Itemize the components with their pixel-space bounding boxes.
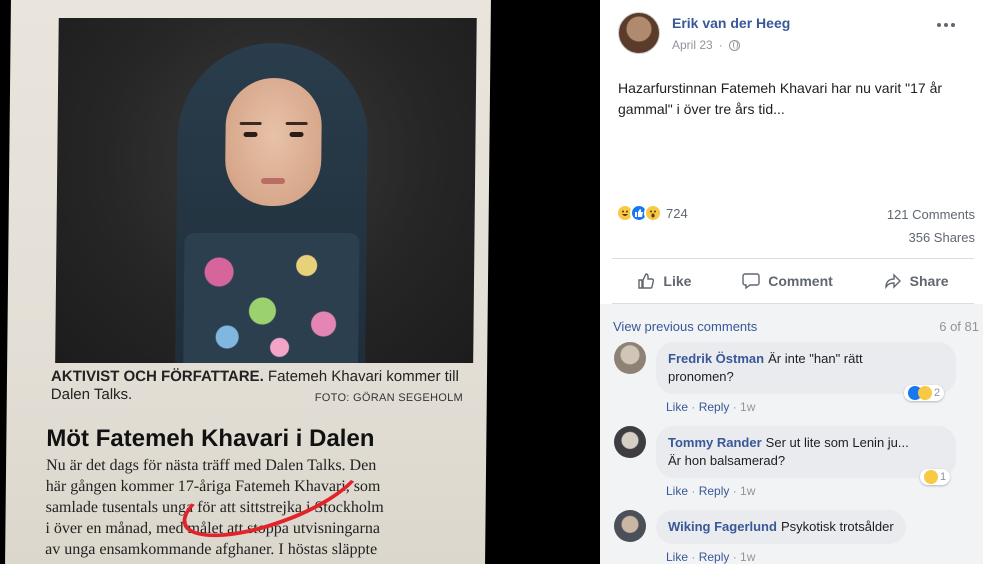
comment-time[interactable]: 1w bbox=[740, 400, 755, 414]
comment-bubble: Wiking Fagerlund Psykotisk trotsålder bbox=[656, 510, 906, 544]
lips bbox=[261, 178, 286, 184]
post-text: Hazarfurstinnan Fatemeh Khavari har nu v… bbox=[618, 80, 943, 117]
like-icon bbox=[638, 273, 655, 289]
post-header: Erik van der Heeg April 23 · bbox=[618, 12, 968, 56]
more-options-button[interactable] bbox=[934, 18, 958, 32]
post-date[interactable]: April 23 bbox=[672, 38, 713, 52]
floral-dress bbox=[183, 233, 360, 363]
comments-count[interactable]: 121 Comments bbox=[887, 207, 975, 222]
comment-icon bbox=[742, 273, 760, 290]
comment-actions: Like · Reply · 1w bbox=[666, 550, 756, 564]
commenter-name[interactable]: Fredrik Östman bbox=[668, 351, 764, 366]
comment-actions: Like · Reply · 1w bbox=[666, 400, 756, 414]
globe-icon bbox=[728, 39, 740, 51]
reactions-summary[interactable]: 724 bbox=[616, 204, 688, 222]
comment-like-link[interactable]: Like bbox=[666, 400, 688, 414]
comment-reactions[interactable]: 1 bbox=[920, 469, 951, 485]
comment-reactions[interactable]: 2 bbox=[904, 385, 945, 401]
article-line: av unga ensamkommande afghaner. I höstas… bbox=[45, 541, 378, 558]
comment-text: Psykotisk trotsålder bbox=[780, 519, 894, 534]
comment-reaction-count: 2 bbox=[934, 387, 941, 399]
comment-label: Comment bbox=[768, 273, 833, 289]
more-icon bbox=[937, 23, 941, 27]
like-button[interactable]: Like bbox=[627, 266, 701, 296]
comment-like-link[interactable]: Like bbox=[666, 550, 688, 564]
author-name[interactable]: Erik van der Heeg bbox=[672, 15, 790, 31]
comment-reaction-count: 1 bbox=[940, 471, 947, 483]
commenter-name[interactable]: Tommy Rander bbox=[668, 435, 762, 450]
commenter-avatar[interactable] bbox=[614, 510, 646, 542]
left-brow bbox=[239, 122, 262, 125]
comment-bubble: Tommy Rander Ser ut lite som Lenin ju... … bbox=[656, 426, 956, 478]
commenter-name[interactable]: Wiking Fagerlund bbox=[668, 519, 777, 534]
comment-text: Ser ut lite som Lenin ju... bbox=[765, 435, 909, 450]
photo-credit: FOTO: GÖRAN SEGEHOLM bbox=[314, 392, 464, 404]
portrait-photo bbox=[55, 18, 477, 363]
post-panel: Erik van der Heeg April 23 · Hazarfursti… bbox=[600, 0, 983, 564]
comment-text-line2: pronomen? bbox=[668, 369, 734, 384]
post-action-bar: Like Comment Share bbox=[612, 258, 974, 304]
shares-count[interactable]: 356 Shares bbox=[909, 230, 976, 245]
share-icon bbox=[884, 273, 901, 290]
comment-time[interactable]: 1w bbox=[740, 484, 755, 498]
haha-reaction-icon bbox=[918, 386, 932, 400]
left-eye bbox=[243, 132, 258, 137]
share-label: Share bbox=[909, 273, 949, 289]
author-avatar[interactable] bbox=[618, 12, 660, 54]
right-eye bbox=[289, 132, 304, 137]
post-meta: April 23 · bbox=[672, 38, 740, 52]
comments-position: 6 of 81 bbox=[939, 319, 979, 334]
wow-reaction-icon bbox=[644, 204, 662, 222]
comment-text: Är inte "han" rätt bbox=[768, 351, 863, 366]
comment-time[interactable]: 1w bbox=[740, 550, 755, 564]
commenter-avatar[interactable] bbox=[614, 426, 646, 458]
comment-reply-link[interactable]: Reply bbox=[699, 550, 730, 564]
face-shape bbox=[224, 78, 323, 206]
comment-text-line2: Är hon balsamerad? bbox=[668, 453, 786, 468]
post-photo[interactable]: AKTIVIST OCH FÖRFATTARE. Fatemeh Khavari… bbox=[0, 0, 600, 564]
comments-section: View previous comments 6 of 81 Fredrik Ö… bbox=[600, 304, 983, 564]
comment-reply-link[interactable]: Reply bbox=[699, 400, 730, 414]
caption-bold: AKTIVIST OCH FÖRFATTARE. bbox=[50, 368, 264, 385]
commenter-avatar[interactable] bbox=[614, 342, 646, 374]
comment-actions: Like · Reply · 1w bbox=[666, 484, 756, 498]
reaction-count: 724 bbox=[666, 205, 688, 221]
view-previous-comments-link[interactable]: View previous comments bbox=[613, 319, 757, 334]
comment-reply-link[interactable]: Reply bbox=[699, 484, 730, 498]
haha-reaction-icon bbox=[924, 470, 938, 484]
newspaper-clipping: AKTIVIST OCH FÖRFATTARE. Fatemeh Khavari… bbox=[5, 0, 491, 564]
like-label: Like bbox=[663, 273, 692, 289]
comment-button[interactable]: Comment bbox=[732, 266, 843, 296]
comment-like-link[interactable]: Like bbox=[666, 484, 688, 498]
right-brow bbox=[285, 122, 308, 125]
share-button[interactable]: Share bbox=[874, 266, 959, 296]
